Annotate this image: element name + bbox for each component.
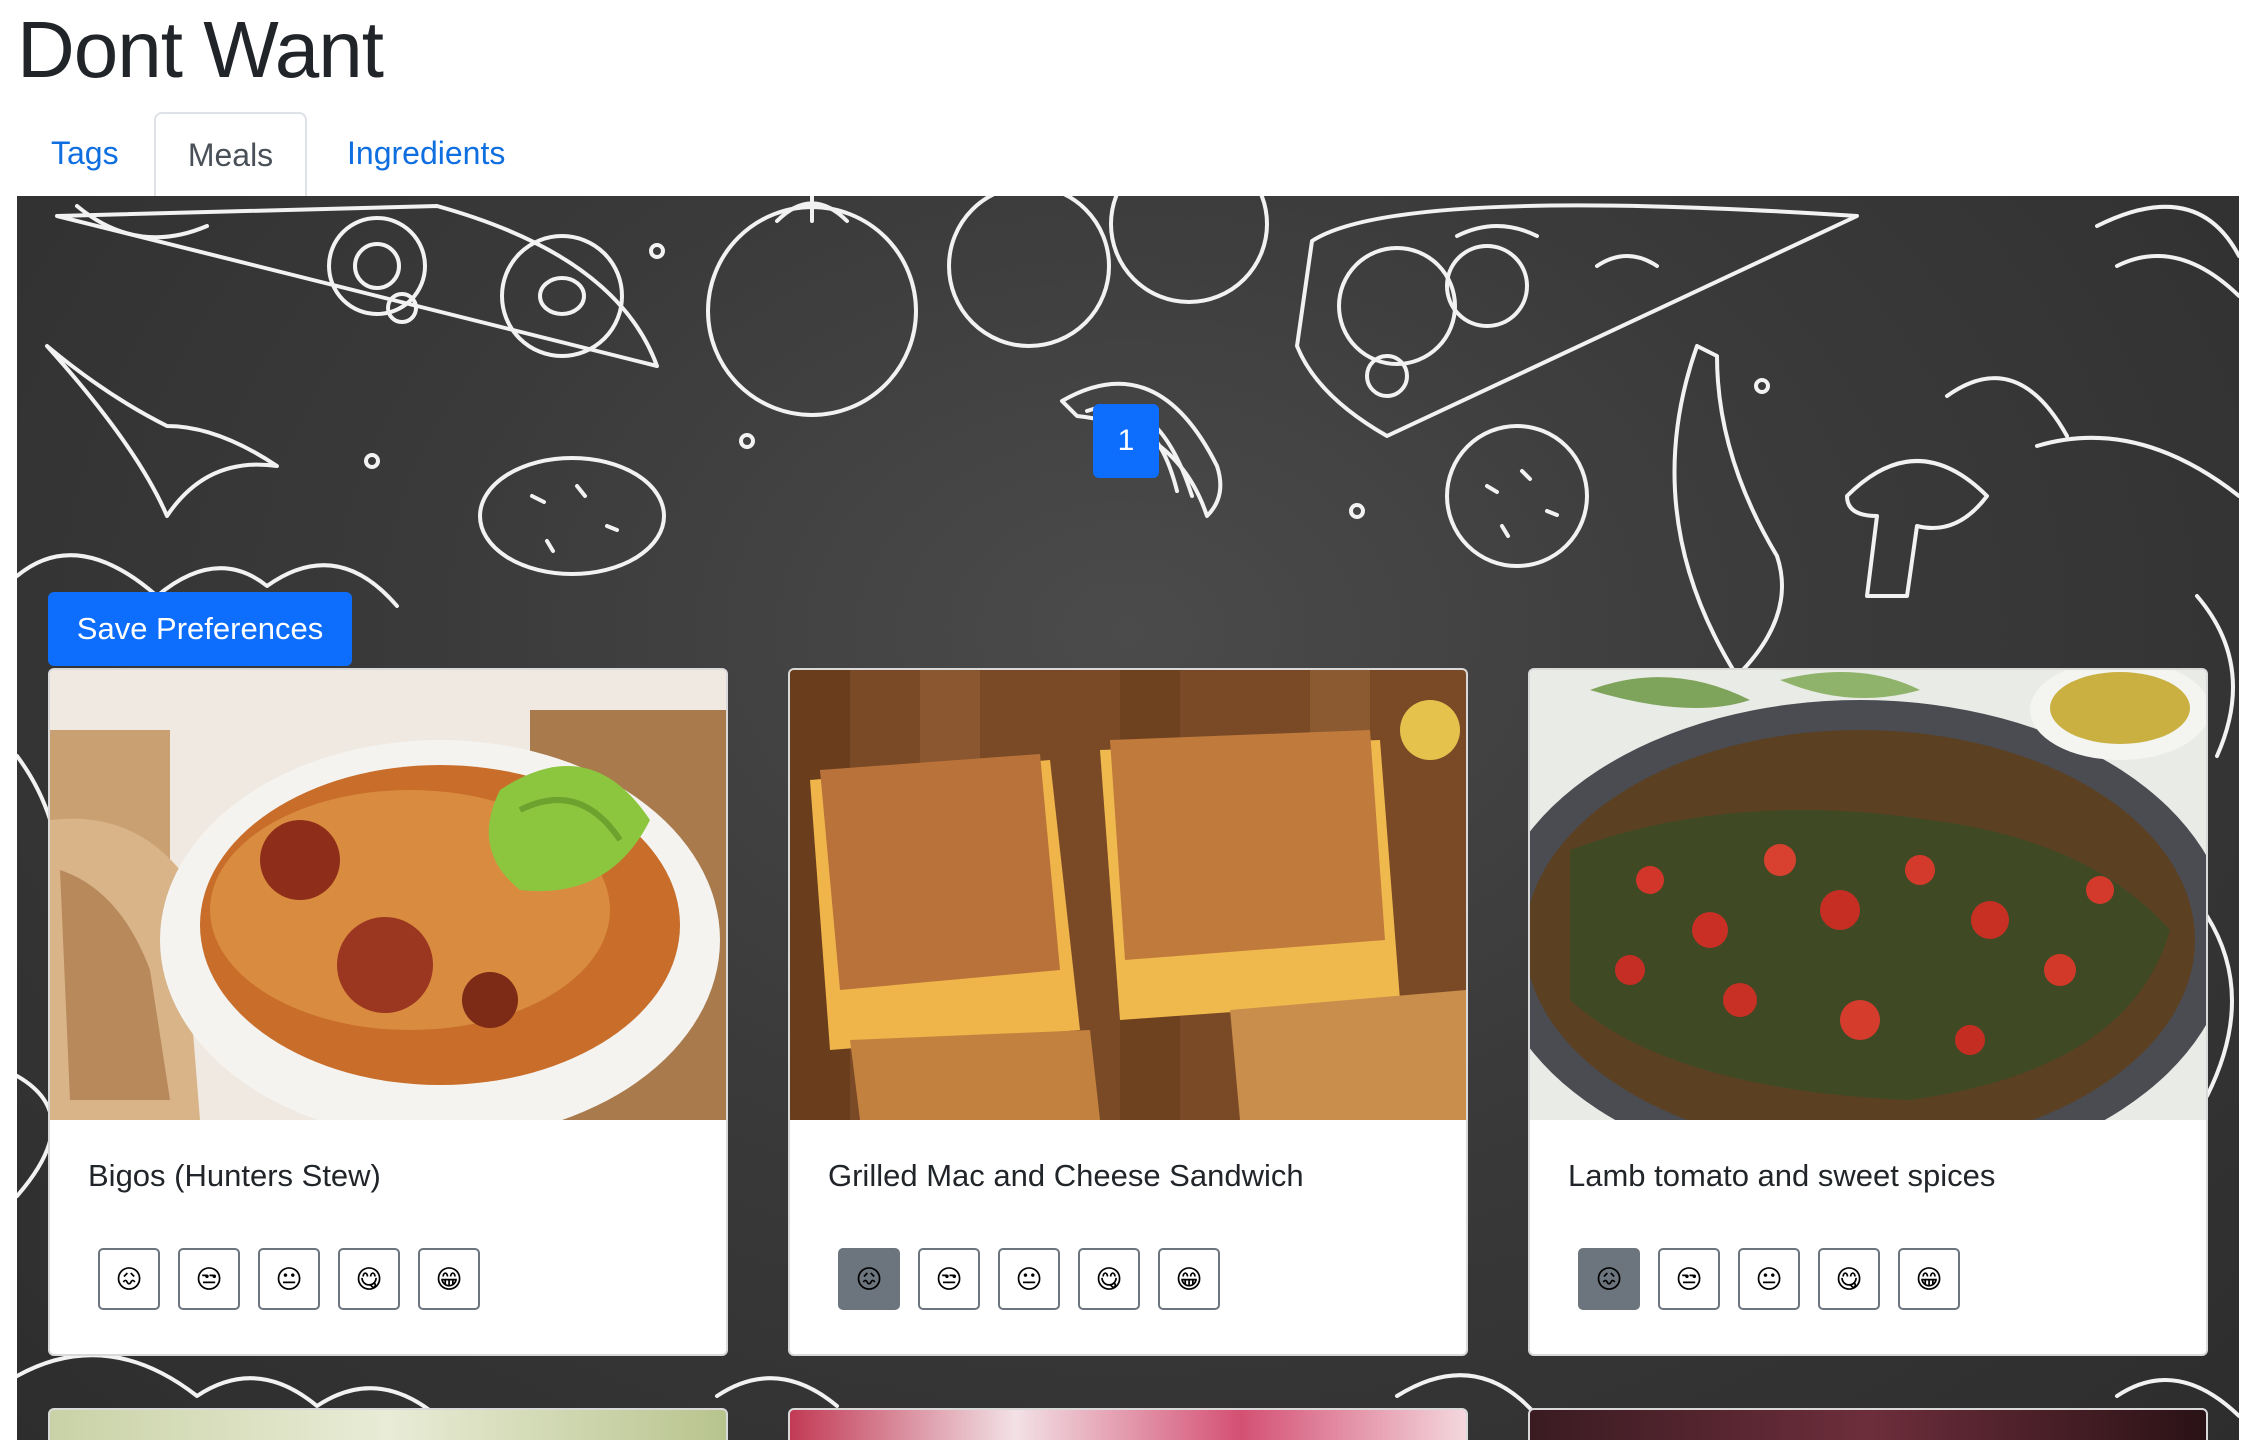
tab-tags[interactable]: Tags [21, 112, 149, 194]
meal-photo-bigos [50, 670, 726, 1120]
meal-photo-lamb-tomato [1530, 670, 2206, 1120]
rating-dislike-button[interactable]: 😒 [178, 1248, 240, 1310]
tab-meals[interactable]: Meals [154, 112, 307, 198]
meal-card-partial [1528, 1408, 2208, 1440]
rating-like-button[interactable]: 😋 [1818, 1248, 1880, 1310]
meals-board: 1 Save Preferences Bigos (Hunters Stew) … [17, 196, 2239, 1440]
tab-ingredients[interactable]: Ingredients [317, 112, 535, 194]
rating-dislike-button[interactable]: 😒 [918, 1248, 980, 1310]
rating-neutral-button[interactable]: 😐 [1738, 1248, 1800, 1310]
rating-dislike-strong-button[interactable]: 😖 [98, 1248, 160, 1310]
meal-card: Lamb tomato and sweet spices 😖 😒 😐 😋 😁 [1528, 668, 2208, 1356]
rating-love-button[interactable]: 😁 [1158, 1248, 1220, 1310]
rating-neutral-button[interactable]: 😐 [258, 1248, 320, 1310]
rating-like-button[interactable]: 😋 [338, 1248, 400, 1310]
rating-love-button[interactable]: 😁 [1898, 1248, 1960, 1310]
meal-card-partial [48, 1408, 728, 1440]
meal-title: Grilled Mac and Cheese Sandwich [828, 1158, 1304, 1193]
meal-card: Grilled Mac and Cheese Sandwich 😖 😒 😐 😋 … [788, 668, 1468, 1356]
tab-bar: Tags Meals Ingredients [17, 112, 2238, 198]
rating-like-button[interactable]: 😋 [1078, 1248, 1140, 1310]
save-preferences-button[interactable]: Save Preferences [48, 592, 352, 666]
meal-card: Bigos (Hunters Stew) 😖 😒 😐 😋 😁 [48, 668, 728, 1356]
rating-dislike-strong-button[interactable]: 😖 [1578, 1248, 1640, 1310]
page-title: Dont Want [17, 5, 384, 94]
meal-card-partial [788, 1408, 1468, 1440]
meal-title: Bigos (Hunters Stew) [88, 1158, 381, 1193]
page-number-badge[interactable]: 1 [1093, 404, 1159, 478]
meal-photo-grilled-sandwich [790, 670, 1466, 1120]
rating-love-button[interactable]: 😁 [418, 1248, 480, 1310]
meal-title: Lamb tomato and sweet spices [1568, 1158, 1996, 1193]
rating-neutral-button[interactable]: 😐 [998, 1248, 1060, 1310]
rating-dislike-button[interactable]: 😒 [1658, 1248, 1720, 1310]
rating-dislike-strong-button[interactable]: 😖 [838, 1248, 900, 1310]
